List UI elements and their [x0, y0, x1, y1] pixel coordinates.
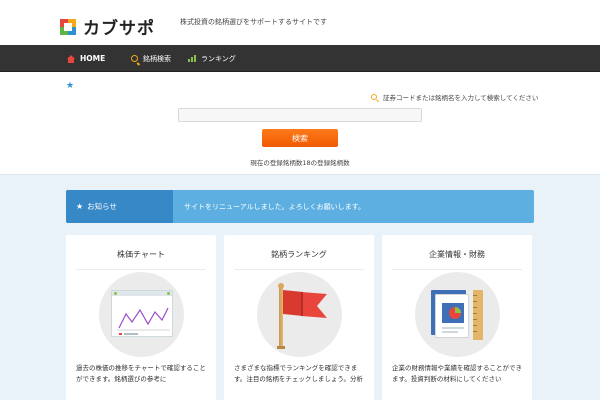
search-hint: 証券コードまたは銘柄名を入力して検索してください [371, 92, 538, 102]
nav-item-label: ランキング [201, 54, 236, 63]
card-title: 銘柄ランキング [234, 249, 364, 270]
registered-stock-count: 現在の登録銘柄数18の登録銘柄数 [250, 159, 350, 167]
feature-card-chart[interactable]: 株価チャート 過去の株価の推移をチャートで確認することができます。銘柄選びの参考… [66, 235, 216, 400]
nav-item-home[interactable]: HOME [67, 45, 105, 72]
news-banner-text[interactable]: サイトをリニューアルしました。よろしくお願いします。 [184, 190, 365, 223]
nav-item-ranking[interactable]: ランキング [188, 45, 236, 72]
card-title: 企業情報・財務 [392, 249, 522, 270]
nav-item-stock-search[interactable]: 銘柄検索 [131, 45, 171, 72]
flag-icon [257, 272, 342, 357]
card-description: 企業の財務情報や業績を確認することができます。投資判断の材料にしてください [392, 364, 522, 383]
news-banner: ★ お知らせ サイトをリニューアルしました。よろしくお願いします。 [66, 190, 534, 223]
star-icon: ★ [76, 202, 84, 211]
logo-mark-icon [60, 18, 76, 35]
site-logo[interactable]: カブサポ [60, 14, 155, 39]
main-content: ★ お知らせ サイトをリニューアルしました。よろしくお願いします。 株価チャート… [0, 174, 600, 400]
search-section: ★ 証券コードまたは銘柄名を入力して検索してください 検索 現在の登録銘柄数18… [0, 73, 600, 173]
main-navigation: HOME 銘柄検索 ランキング [0, 45, 600, 72]
search-button[interactable]: 検索 [262, 129, 338, 147]
logo-text: カブサポ [83, 19, 155, 39]
news-banner-label: ★ お知らせ [66, 190, 173, 223]
site-header: カブサポ 株式投資の銘柄選びをサポートするサイトです [0, 0, 600, 45]
document-icon [415, 272, 500, 357]
nav-item-label: 銘柄検索 [143, 54, 171, 63]
search-input[interactable] [178, 108, 422, 122]
card-title: 株価チャート [76, 249, 206, 270]
news-label-text: お知らせ [87, 202, 118, 211]
star-icon: ★ [66, 81, 75, 91]
search-icon [131, 55, 138, 62]
card-description: 過去の株価の推移をチャートで確認することができます。銘柄選びの参考に [76, 364, 206, 383]
feature-card-ranking[interactable]: 銘柄ランキング さまざまな指標でランキングを確認できます。注目の銘柄をチェックし… [224, 235, 374, 400]
search-icon [371, 94, 377, 100]
bar-chart-icon [188, 55, 196, 62]
nav-item-label: HOME [80, 54, 106, 63]
card-description: さまざまな指標でランキングを確認できます。注目の銘柄をチェックしましょう。分析 [234, 364, 363, 383]
site-tagline: 株式投資の銘柄選びをサポートするサイトです [180, 18, 327, 26]
line-chart-icon [99, 272, 184, 357]
feature-card-financials[interactable]: 企業情報・財務 企業の財務情報や業績を確認することができます。投資判断の材料にし… [382, 235, 532, 400]
search-hint-text: 証券コードまたは銘柄名を入力して検索してください [383, 94, 539, 102]
home-icon [67, 54, 75, 63]
